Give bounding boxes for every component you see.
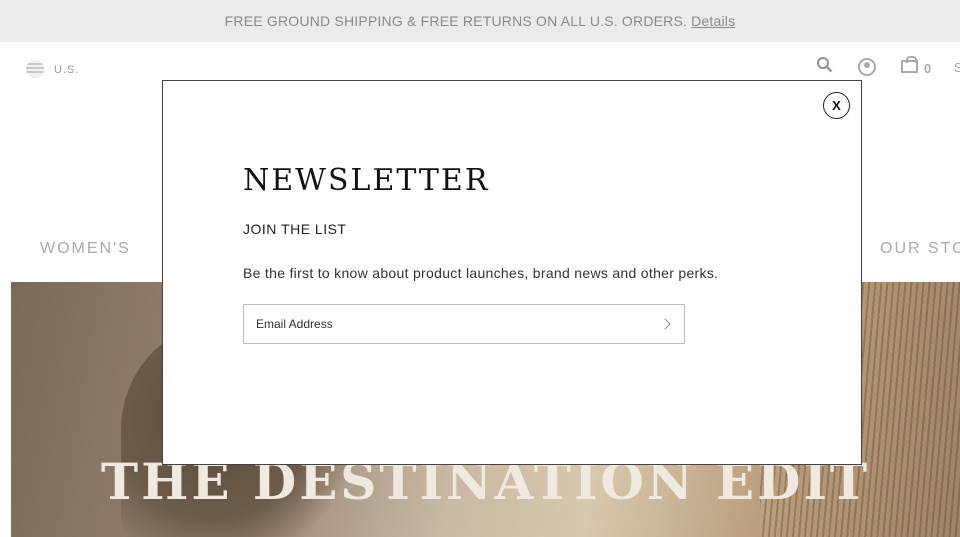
promo-bar: FREE GROUND SHIPPING & FREE RETURNS ON A… [0,0,960,42]
promo-details-link[interactable]: Details [691,13,735,29]
search-icon[interactable] [816,56,833,78]
header-extra-link[interactable]: S [954,60,960,75]
modal-title: NEWSLETTER [243,163,490,198]
newsletter-modal: X NEWSLETTER JOIN THE LIST Be the first … [162,80,862,465]
country-selector[interactable]: U.S. [54,64,79,76]
bag-icon[interactable] [901,56,918,73]
flag-icon[interactable] [26,60,44,78]
close-button[interactable]: X [823,92,850,119]
promo-text: FREE GROUND SHIPPING & FREE RETURNS ON A… [224,13,688,29]
email-input[interactable] [244,305,644,343]
bag-count: 0 [924,61,932,76]
nav-womens[interactable]: WOMEN'S [40,240,131,258]
modal-description: Be the first to know about product launc… [243,265,719,281]
modal-subtitle: JOIN THE LIST [243,221,347,237]
account-icon[interactable] [858,58,876,76]
email-form [243,304,685,344]
nav-our-story[interactable]: OUR STO [880,240,960,258]
submit-arrow-icon[interactable] [658,315,674,333]
